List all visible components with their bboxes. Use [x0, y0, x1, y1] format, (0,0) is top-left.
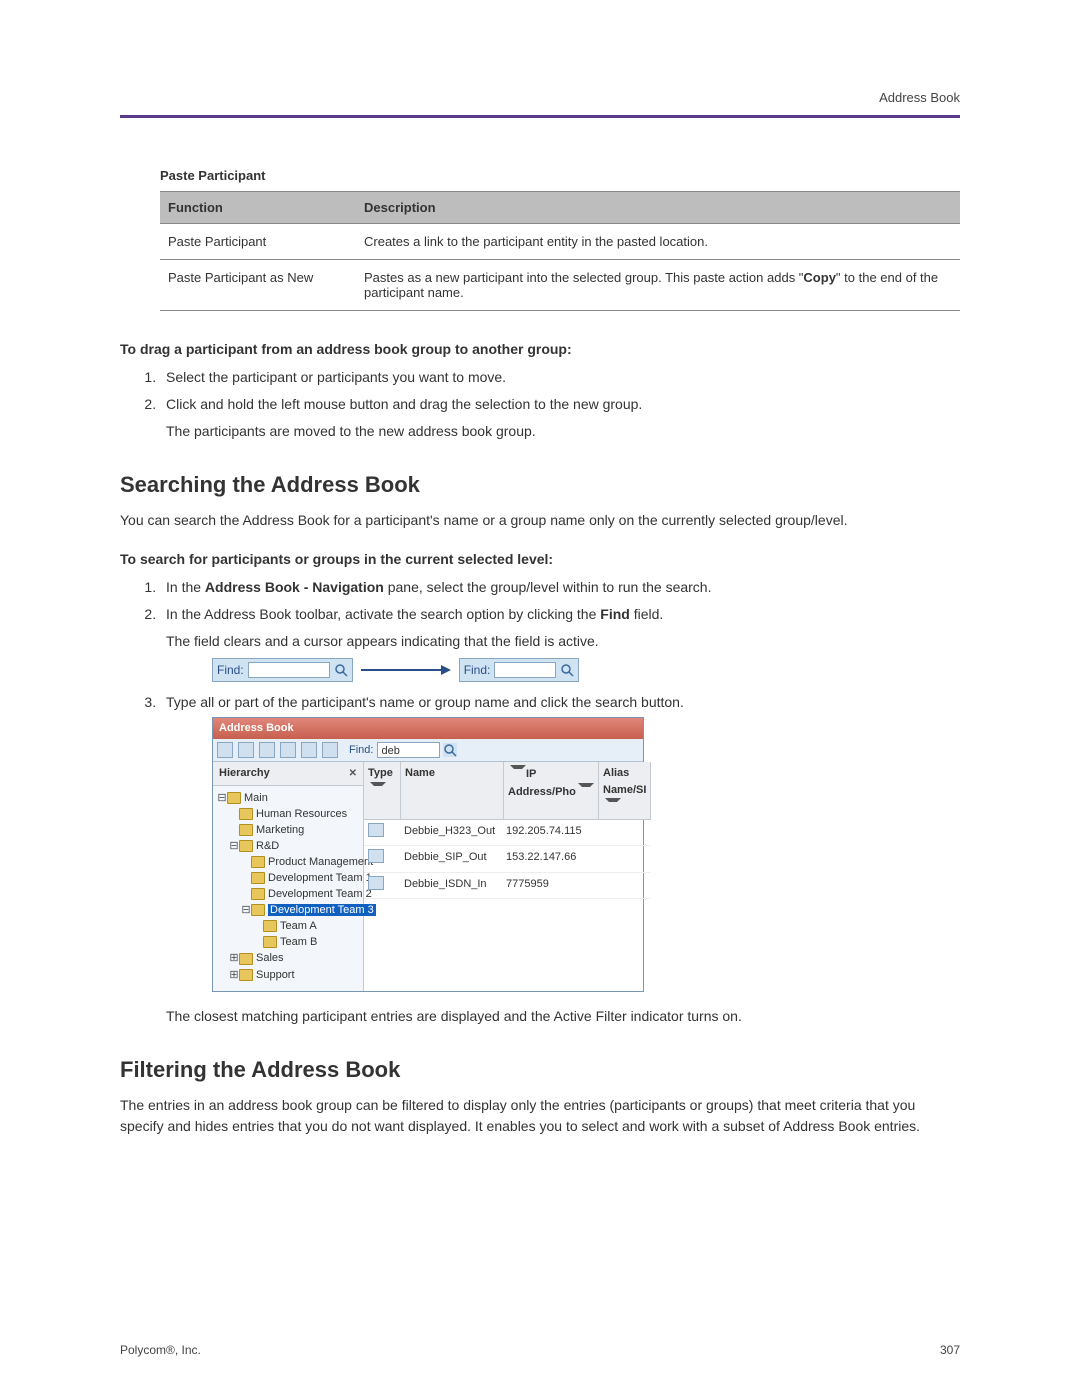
toolbar-button[interactable]	[322, 742, 338, 758]
col-description: Description	[356, 192, 960, 224]
table-row: Paste Participant Creates a link to the …	[160, 224, 960, 260]
tree-item[interactable]: ⊟R&D	[217, 838, 359, 854]
toolbar-button[interactable]	[301, 742, 317, 758]
tree-item[interactable]: Human Resources	[217, 806, 359, 822]
col-alias[interactable]: Alias Name/SI	[599, 762, 651, 819]
search-icon[interactable]	[334, 663, 348, 677]
window-title: Address Book	[213, 718, 643, 739]
cell-description: Pastes as a new participant into the sel…	[356, 260, 960, 311]
drag-heading: To drag a participant from an address bo…	[120, 341, 960, 357]
search-icon[interactable]	[560, 663, 574, 677]
tree-item[interactable]: ⊟Main	[217, 790, 359, 806]
tree-item[interactable]: Team A	[217, 918, 359, 934]
filtering-intro: The entries in an address book group can…	[120, 1095, 960, 1137]
cell-function: Paste Participant	[160, 224, 356, 260]
col-name[interactable]: Name	[401, 762, 504, 819]
navigation-pane: Hierarchy ✕ ⊟Main Human Resources Market…	[213, 762, 364, 991]
step-result: The participants are moved to the new ad…	[166, 421, 960, 442]
tree-item[interactable]: Marketing	[217, 822, 359, 838]
nav-heading: Hierarchy	[219, 765, 270, 782]
pin-icon[interactable]: ✕	[349, 766, 357, 781]
tree-item-selected[interactable]: ⊟Development Team 3	[217, 902, 359, 918]
arrow-icon	[361, 665, 451, 675]
header-rule	[120, 115, 960, 118]
col-ip[interactable]: IP Address/Pho	[504, 762, 599, 819]
step: In the Address Book - Navigation pane, s…	[160, 577, 960, 598]
searching-intro: You can search the Address Book for a pa…	[120, 510, 960, 531]
tree-item[interactable]: ⊞Support	[217, 967, 359, 983]
search-icon[interactable]	[443, 743, 457, 757]
filtering-heading: Filtering the Address Book	[120, 1057, 960, 1083]
filter-icon[interactable]	[605, 798, 621, 810]
step: Click and hold the left mouse button and…	[160, 394, 960, 442]
find-label: Find:	[464, 661, 491, 679]
searching-heading: Searching the Address Book	[120, 472, 960, 498]
list-item[interactable]: Debbie_SIP_Out 153.22.147.66	[364, 846, 651, 873]
address-book-toolbar: Find: deb	[213, 739, 643, 763]
toolbar-button[interactable]	[259, 742, 275, 758]
page-footer: Polycom®, Inc. 307	[120, 1343, 960, 1357]
hierarchy-tree: ⊟Main Human Resources Marketing ⊟R&D Pro…	[213, 786, 363, 983]
drag-steps: Select the participant or participants y…	[140, 367, 960, 442]
toolbar-button[interactable]	[217, 742, 233, 758]
search-subheading: To search for participants or groups in …	[120, 551, 960, 567]
find-label: Find:	[217, 661, 244, 679]
filter-icon[interactable]	[510, 765, 526, 777]
list-item[interactable]: Debbie_H323_Out 192.205.74.115	[364, 820, 651, 847]
cell-function: Paste Participant as New	[160, 260, 356, 311]
filter-icon[interactable]	[578, 783, 594, 795]
participant-icon	[368, 849, 384, 863]
footer-left: Polycom®, Inc.	[120, 1343, 201, 1357]
table-caption: Paste Participant	[160, 168, 960, 183]
step: Select the participant or participants y…	[160, 367, 960, 388]
toolbar-button[interactable]	[280, 742, 296, 758]
step: Type all or part of the participant's na…	[160, 692, 960, 1027]
page-number: 307	[940, 1343, 960, 1357]
filter-icon[interactable]	[370, 782, 386, 794]
step-result: The field clears and a cursor appears in…	[166, 631, 960, 652]
col-type[interactable]: Type	[364, 762, 401, 819]
participant-icon	[368, 876, 384, 890]
search-steps: In the Address Book - Navigation pane, s…	[140, 577, 960, 1027]
find-input[interactable]: deb	[377, 742, 440, 758]
find-label: Find:	[349, 742, 373, 759]
table-row: Paste Participant as New Pastes as a new…	[160, 260, 960, 311]
tree-item[interactable]: Product Management	[217, 854, 359, 870]
find-input[interactable]	[248, 662, 330, 678]
address-book-screenshot: Address Book Find: deb	[212, 717, 644, 992]
cell-description: Creates a link to the participant entity…	[356, 224, 960, 260]
tree-item[interactable]: Development Team 2	[217, 886, 359, 902]
participant-icon	[368, 823, 384, 837]
find-box-inactive[interactable]: Find:	[212, 658, 353, 682]
tree-item[interactable]: Team B	[217, 934, 359, 950]
step-result: The closest matching participant entries…	[166, 1006, 960, 1027]
find-input[interactable]	[494, 662, 556, 678]
paste-participant-table: Function Description Paste Participant C…	[160, 191, 960, 311]
list-item[interactable]: Debbie_ISDN_In 7775959	[364, 873, 651, 900]
step: In the Address Book toolbar, activate th…	[160, 604, 960, 682]
col-function: Function	[160, 192, 356, 224]
find-box-active[interactable]: Find:	[459, 658, 580, 682]
tree-item[interactable]: Development Team 1	[217, 870, 359, 886]
results-list: Type Name IP Address/Pho Alias Name/SI D…	[364, 762, 651, 991]
find-illustration: Find: Find:	[212, 658, 960, 682]
toolbar-button[interactable]	[238, 742, 254, 758]
tree-item[interactable]: ⊞Sales	[217, 950, 359, 966]
running-head: Address Book	[120, 90, 960, 105]
